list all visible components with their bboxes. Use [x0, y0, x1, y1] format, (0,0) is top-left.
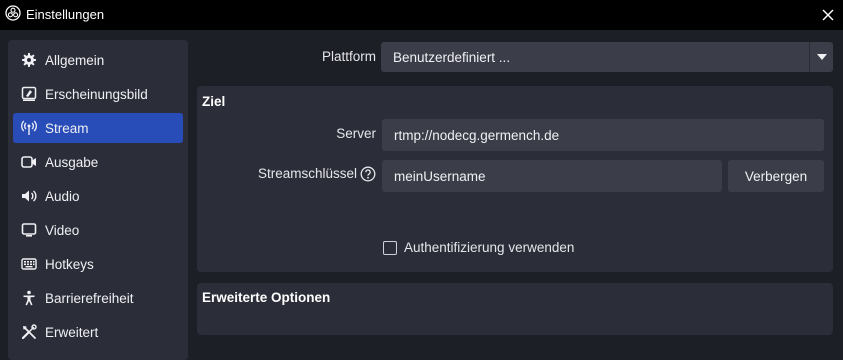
sidebar-item-label: Barrierefreiheit	[45, 290, 134, 306]
server-label: Server	[336, 126, 376, 141]
chevron-down-icon[interactable]	[809, 42, 833, 72]
speaker-icon	[21, 188, 37, 204]
settings-sidebar: Allgemein Erscheinungsbild Stream Ausgab…	[8, 40, 188, 360]
hide-key-button-label: Verbergen	[744, 168, 808, 184]
sidebar-item-label: Erscheinungsbild	[45, 86, 148, 102]
sidebar-item-ausgabe[interactable]: Ausgabe	[13, 147, 183, 177]
sidebar-item-label: Video	[45, 222, 80, 238]
sidebar-item-video[interactable]: Video	[13, 215, 183, 245]
sidebar-item-hotkeys[interactable]: Hotkeys	[13, 249, 183, 279]
hide-key-button[interactable]: Verbergen	[728, 160, 824, 192]
platform-select-value: Benutzerdefiniert ...	[393, 49, 511, 65]
broadcast-icon	[21, 120, 37, 136]
sidebar-item-label: Ausgabe	[45, 154, 99, 170]
window-title: Einstellungen	[26, 7, 105, 22]
sidebar-item-label: Erweitert	[45, 324, 99, 340]
stream-key-label: Streamschlüssel	[257, 166, 357, 181]
platform-select[interactable]: Benutzerdefiniert ...	[381, 42, 833, 72]
monitor-icon	[21, 222, 37, 238]
accessibility-icon	[21, 290, 37, 306]
close-icon[interactable]	[818, 5, 838, 25]
obs-logo-icon	[5, 5, 21, 21]
sidebar-item-erweitert[interactable]: Erweitert	[13, 317, 183, 347]
auth-checkbox-row[interactable]: Authentifizierung verwenden	[383, 240, 574, 255]
gear-icon	[21, 52, 37, 68]
sidebar-item-label: Hotkeys	[45, 256, 94, 272]
server-input[interactable]: rtmp://nodecg.germench.de	[382, 119, 824, 151]
auth-checkbox[interactable]	[383, 240, 397, 255]
stream-key-input[interactable]: meinUsername	[382, 160, 722, 192]
keyboard-icon	[21, 256, 37, 272]
tools-icon	[21, 324, 37, 340]
sidebar-item-allgemein[interactable]: Allgemein	[13, 45, 183, 75]
sidebar-item-label: Allgemein	[45, 52, 105, 68]
platform-label: Plattform	[321, 49, 376, 64]
server-input-value: rtmp://nodecg.germench.de	[394, 127, 560, 143]
auth-checkbox-label: Authentifizierung verwenden	[404, 240, 575, 255]
sidebar-item-audio[interactable]: Audio	[13, 181, 183, 211]
appearance-icon	[21, 86, 37, 102]
sidebar-item-label: Audio	[45, 188, 80, 204]
advanced-options-group: Erweiterte Optionen	[197, 283, 833, 335]
title-bar: Einstellungen	[0, 0, 843, 30]
sidebar-item-stream[interactable]: Stream	[13, 113, 183, 143]
destination-group-title: Ziel	[202, 94, 226, 109]
stream-key-input-value: meinUsername	[394, 168, 486, 184]
sidebar-item-erscheinungsbild[interactable]: Erscheinungsbild	[13, 79, 183, 109]
sidebar-item-barrierefreiheit[interactable]: Barrierefreiheit	[13, 283, 183, 313]
sidebar-item-label: Stream	[45, 120, 89, 136]
help-icon[interactable]	[360, 166, 376, 182]
advanced-options-title: Erweiterte Optionen	[202, 290, 331, 305]
output-icon	[21, 154, 37, 170]
